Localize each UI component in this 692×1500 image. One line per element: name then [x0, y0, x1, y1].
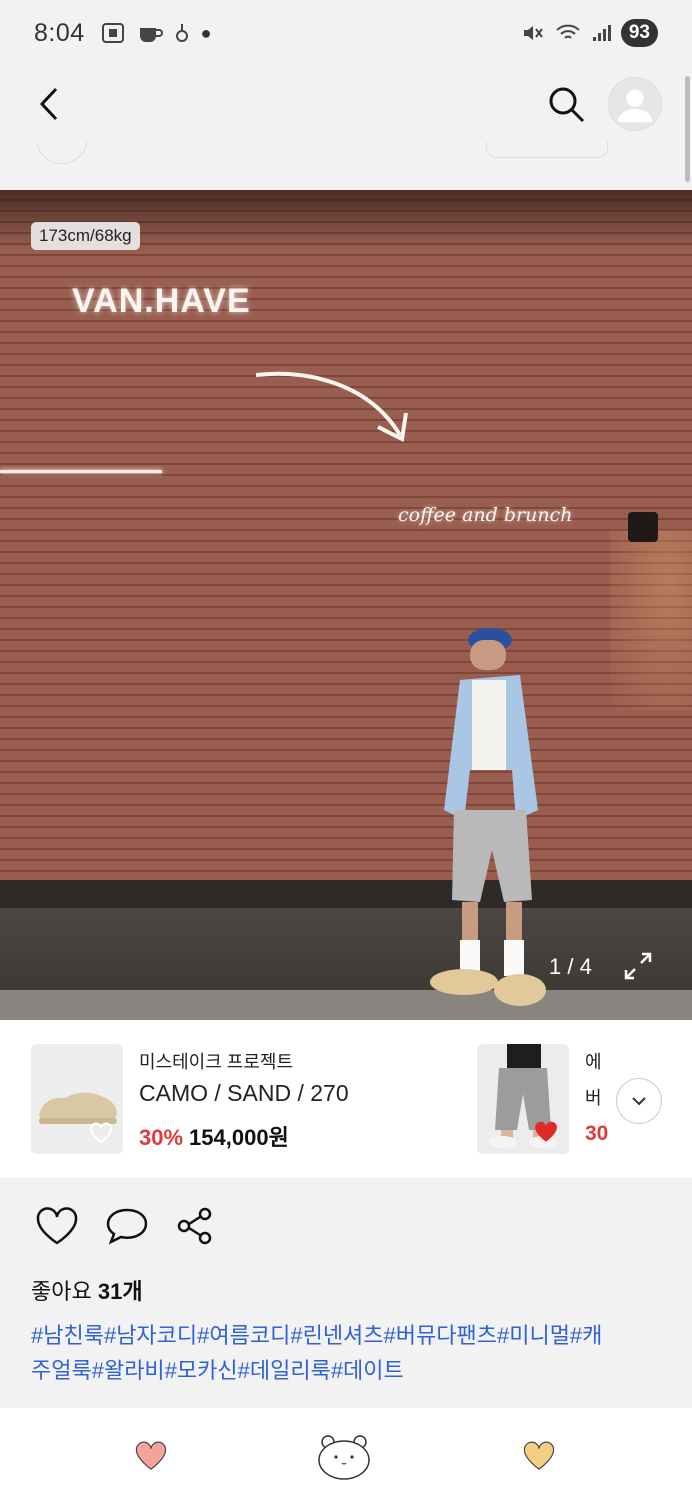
- cup-icon: [139, 28, 163, 42]
- search-button[interactable]: [546, 84, 586, 124]
- previous-content-peek: [0, 142, 692, 190]
- model-figure: [430, 628, 546, 1006]
- hashtags-line-2[interactable]: 주얼룩#왈라비#모카신#데일리룩#데이트: [31, 1353, 671, 1388]
- signal-icon: [592, 25, 611, 41]
- expand-icon: [624, 952, 652, 980]
- back-button[interactable]: [30, 79, 68, 129]
- action-icons: [35, 1206, 215, 1246]
- peek-avatar: [36, 142, 88, 164]
- product-thumbnail-1[interactable]: [31, 1044, 123, 1154]
- product-2-brand-peek[interactable]: 에: [585, 1048, 609, 1074]
- product-price: 154,000원: [189, 1125, 289, 1150]
- gold-heart-icon[interactable]: [521, 1440, 557, 1472]
- app-icon: [175, 24, 188, 42]
- likes-count[interactable]: 좋아요 31개: [31, 1274, 143, 1306]
- hashtags[interactable]: #남친룩#남자코디#여름코디#린넨셔츠#버뮤다팬츠#미니멀#캐 주얼룩#왈라비#…: [31, 1318, 671, 1388]
- likes-number: 31개: [97, 1279, 143, 1304]
- expand-button[interactable]: [620, 948, 656, 989]
- screenshot-icon: [101, 23, 124, 43]
- battery-level: 93: [620, 19, 658, 47]
- peek-follow-button[interactable]: [486, 142, 608, 158]
- neon-script: coffee and brunch: [398, 504, 573, 526]
- search-icon: [549, 87, 585, 123]
- status-system-icons: 93: [521, 19, 658, 47]
- bottom-bar: [0, 1408, 692, 1500]
- profile-avatar[interactable]: [608, 77, 662, 131]
- product-brand[interactable]: 미스테이크 프로젝트: [139, 1048, 293, 1074]
- post-photo[interactable]: VAN.HAVE coffee and brunch 173cm/68kg 1 …: [0, 190, 692, 1020]
- lamp-glow: [610, 530, 692, 710]
- product-2-discount-peek: 30: [585, 1122, 609, 1145]
- likes-label: 좋아요: [31, 1279, 92, 1304]
- product-price-row: 30% 154,000원: [139, 1120, 289, 1152]
- sidewalk: [0, 990, 692, 1020]
- profile-avatar-icon: [617, 89, 653, 123]
- product-option[interactable]: CAMO / SAND / 270: [139, 1080, 349, 1107]
- size-tag: 173cm/68kg: [31, 222, 140, 250]
- status-bar: 8:04 ● 93: [0, 0, 692, 66]
- tagged-products: 미스테이크 프로젝트 CAMO / SAND / 270 30% 154,000원…: [0, 1020, 692, 1178]
- heart-icon[interactable]: [35, 1206, 79, 1246]
- expand-products-button[interactable]: [616, 1078, 662, 1124]
- hashtags-line-1[interactable]: #남친룩#남자코디#여름코디#린넨셔츠#버뮤다팬츠#미니멀#캐: [31, 1318, 671, 1353]
- mute-icon: [523, 26, 543, 40]
- comment-icon[interactable]: [105, 1206, 149, 1246]
- bear-icon[interactable]: [316, 1432, 372, 1482]
- neon-arrow-icon: [255, 371, 408, 443]
- back-arrow-icon: [39, 87, 58, 121]
- status-notification-icons: ●: [101, 22, 212, 44]
- neon-line: [0, 470, 162, 473]
- product-thumbnail-2[interactable]: [477, 1044, 569, 1154]
- share-icon[interactable]: [175, 1206, 215, 1246]
- dot-icon: ●: [200, 22, 212, 43]
- pink-heart-icon[interactable]: [133, 1440, 169, 1472]
- wifi-icon: [556, 24, 580, 39]
- neon-logo: VAN.HAVE: [72, 282, 251, 320]
- wishlist-heart-icon[interactable]: [89, 1122, 113, 1144]
- wall-ledge: [0, 880, 692, 908]
- product-2-option-peek[interactable]: 버: [585, 1084, 609, 1110]
- product-discount: 30%: [139, 1125, 184, 1150]
- wishlist-heart-filled-icon[interactable]: [533, 1120, 559, 1144]
- photo-counter: 1 / 4: [549, 954, 592, 979]
- wall-lamp: [628, 512, 658, 542]
- status-time: 8:04: [34, 18, 85, 47]
- chevron-down-icon: [632, 1097, 646, 1106]
- post-actions-section: 좋아요 31개 #남친룩#남자코디#여름코디#린넨셔츠#버뮤다팬츠#미니멀#캐 …: [0, 1178, 692, 1408]
- top-nav: [0, 66, 692, 142]
